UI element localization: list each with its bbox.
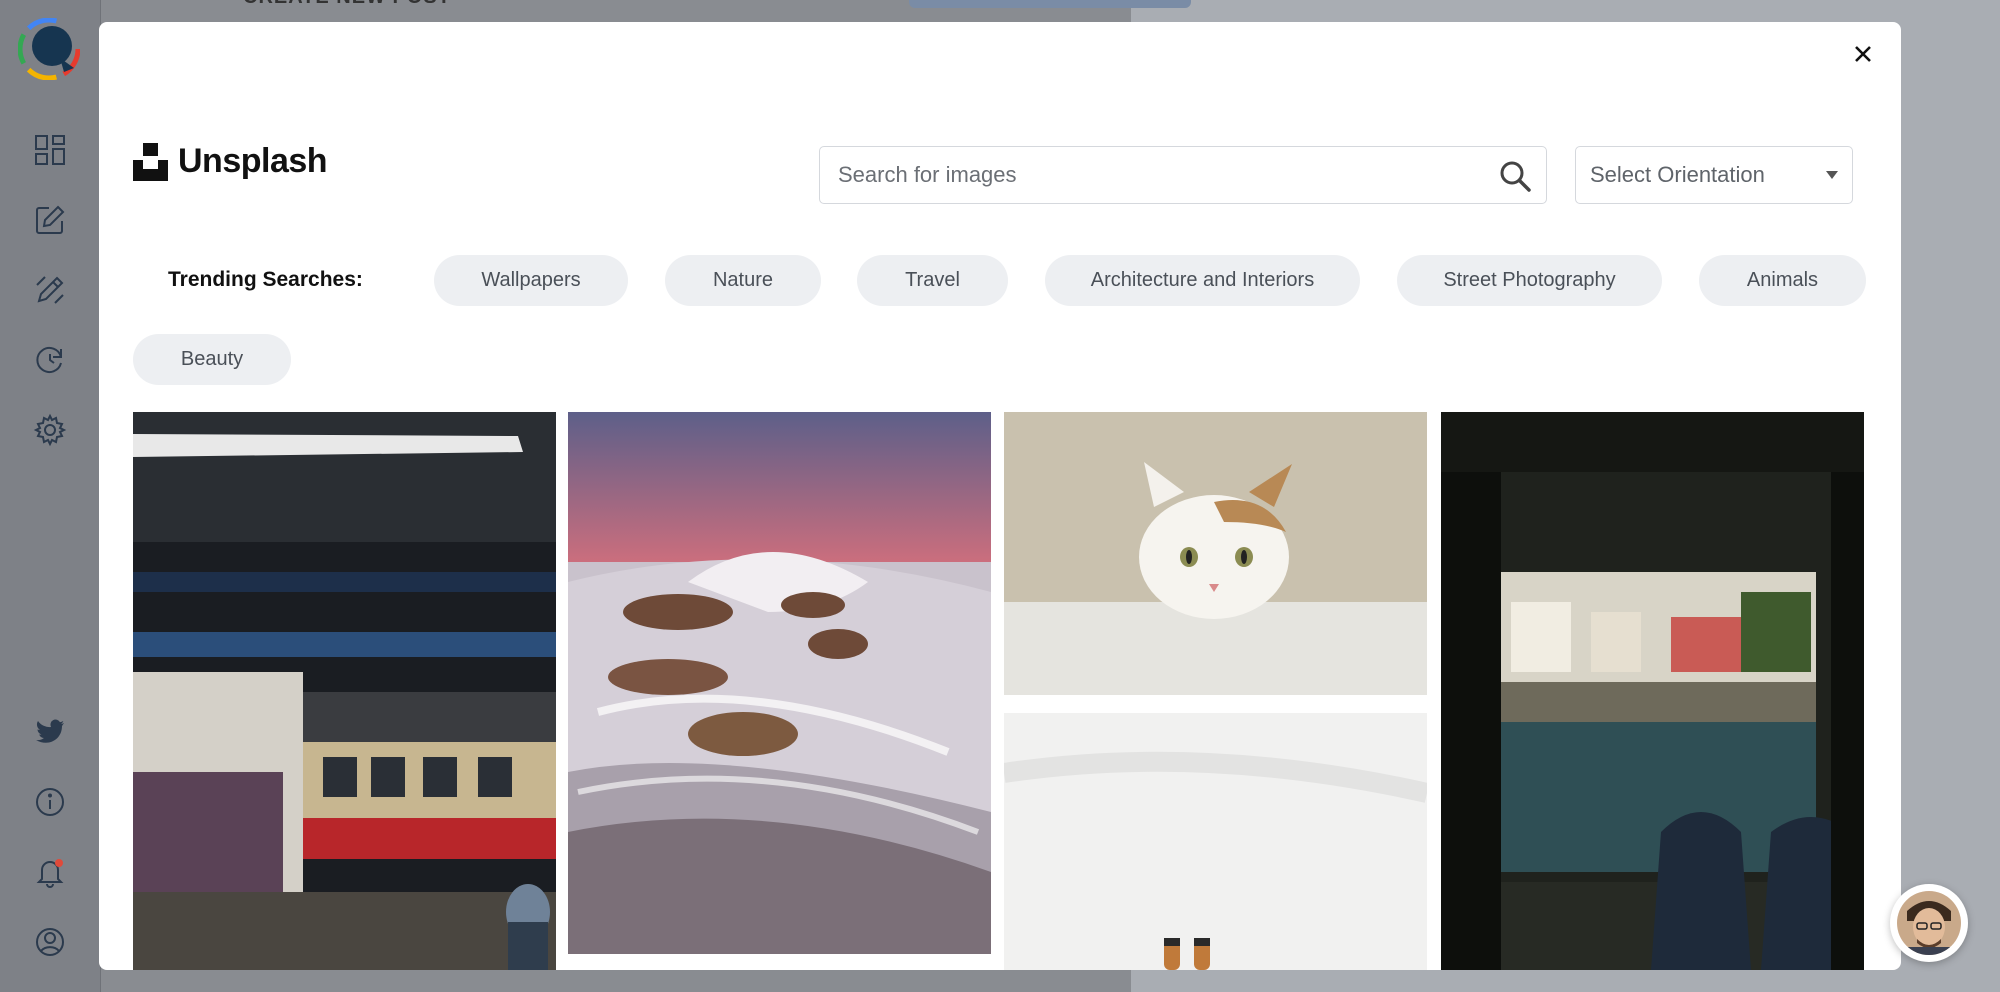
tag-beauty[interactable]: Beauty [133,334,291,385]
close-icon [1855,46,1871,62]
bell-icon[interactable] [32,854,68,890]
dashboard-icon[interactable] [32,132,68,168]
image-cat[interactable] [1004,412,1427,695]
background-page-title: CREATE NEW POST [243,0,451,9]
search-field[interactable] [819,146,1547,204]
search-icon[interactable] [1498,159,1532,193]
image-ocean-waves-sunset[interactable] [568,412,991,954]
chevron-down-icon [1826,171,1838,179]
twitter-icon[interactable] [32,714,68,750]
image-train-station[interactable] [133,412,556,970]
search-input[interactable] [838,162,1478,188]
tag-street-photography[interactable]: Street Photography [1397,255,1662,306]
tag-travel[interactable]: Travel [857,255,1008,306]
support-chat-avatar[interactable] [1890,884,1968,962]
unsplash-logo-icon [133,142,168,181]
unsplash-brand-name: Unsplash [178,142,328,180]
background-pill [909,0,1191,8]
gear-icon[interactable] [32,412,68,448]
avatar-face-icon [1897,891,1961,955]
tag-wallpapers[interactable]: Wallpapers [434,255,628,306]
refresh-icon[interactable] [32,342,68,378]
unsplash-modal: Unsplash Select Orientation Trending Sea… [99,22,1901,970]
tag-architecture-and-interiors[interactable]: Architecture and Interiors [1045,255,1360,306]
sidebar [0,0,101,992]
tag-animals[interactable]: Animals [1699,255,1866,306]
info-icon[interactable] [32,784,68,820]
user-icon[interactable] [32,924,68,960]
edit-icon[interactable] [32,202,68,238]
tag-nature[interactable]: Nature [665,255,821,306]
image-train-window-harbor[interactable] [1441,412,1864,970]
unsplash-brand: Unsplash [133,142,328,181]
orientation-selected-value: Select Orientation [1590,162,1765,187]
app-logo[interactable] [17,17,81,81]
orientation-select[interactable]: Select Orientation [1575,146,1853,204]
image-snow-boots[interactable] [1004,713,1427,970]
close-button[interactable] [1847,38,1879,70]
trending-label: Trending Searches: [168,268,363,291]
pen-icon[interactable] [32,272,68,308]
